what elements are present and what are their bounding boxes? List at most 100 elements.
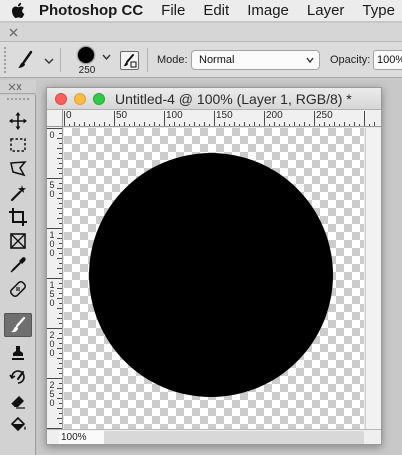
vertical-scrollbar[interactable] xyxy=(365,128,381,429)
history-brush-tool[interactable] xyxy=(4,365,32,389)
ruler-tick xyxy=(59,143,62,144)
opacity-label: Opacity: xyxy=(330,54,371,66)
menu-type[interactable]: Type xyxy=(362,0,395,22)
frame-icon xyxy=(10,233,26,249)
ruler-label: 100 xyxy=(49,230,55,258)
ruler-tick xyxy=(57,168,62,169)
ruler-tick xyxy=(274,122,275,126)
menu-image[interactable]: Image xyxy=(247,0,289,22)
blend-mode-value: Normal xyxy=(199,54,235,66)
brush-preset-picker[interactable]: 250 xyxy=(68,45,116,77)
ruler-tick xyxy=(119,124,120,126)
collapse-panel-icon[interactable] xyxy=(8,83,22,91)
ruler-tick xyxy=(57,408,62,409)
brush-settings-button[interactable] xyxy=(120,51,139,70)
brush-tip-preview xyxy=(78,47,94,63)
ruler-tick xyxy=(47,228,62,229)
healing-brush-tool[interactable] xyxy=(4,277,32,301)
ruler-tick xyxy=(59,223,62,224)
ruler-tick xyxy=(174,122,175,126)
ruler-tick xyxy=(344,122,345,126)
vertical-ruler[interactable]: 0 50 100 150 200 250 xyxy=(47,127,63,430)
tools-panel-grip[interactable] xyxy=(6,97,30,102)
ruler-tick xyxy=(279,124,280,126)
canvas[interactable] xyxy=(64,128,364,429)
ruler-tick xyxy=(59,133,62,134)
options-bar-grip[interactable] xyxy=(3,46,7,74)
ruler-tick xyxy=(149,124,150,126)
apple-icon[interactable] xyxy=(10,0,25,22)
ruler-tick xyxy=(59,253,62,254)
ruler-tick xyxy=(204,122,205,126)
ruler-tick xyxy=(57,208,62,209)
paint-bucket-tool[interactable] xyxy=(4,413,32,437)
eyedropper-tool[interactable] xyxy=(4,253,32,277)
lasso-tool[interactable] xyxy=(4,157,32,181)
polygonal-lasso-icon xyxy=(10,161,27,177)
ruler-label: 100 xyxy=(166,110,183,121)
crop-tool[interactable] xyxy=(4,205,32,229)
eraser-tool[interactable] xyxy=(4,389,32,413)
ruler-tick xyxy=(179,124,180,126)
ruler-label: 50 xyxy=(49,180,55,199)
marquee-tool[interactable] xyxy=(4,133,32,157)
ruler-tick xyxy=(359,124,360,126)
menu-file[interactable]: File xyxy=(161,0,185,22)
blend-mode-select[interactable]: Normal xyxy=(191,50,320,70)
ruler-tick xyxy=(139,124,140,126)
tool-preset-picker[interactable] xyxy=(15,48,55,72)
ruler-tick xyxy=(47,378,62,379)
frame-tool[interactable] xyxy=(4,229,32,253)
minimize-window-button[interactable] xyxy=(74,93,86,105)
ruler-tick xyxy=(47,128,62,129)
ruler-tick xyxy=(59,183,62,184)
clone-stamp-tool[interactable] xyxy=(4,341,32,365)
zoom-level-field[interactable]: 100% xyxy=(59,431,104,444)
ruler-tick xyxy=(57,338,62,339)
brush-tool[interactable] xyxy=(4,313,32,337)
ruler-tick xyxy=(214,111,215,126)
ruler-tick xyxy=(114,111,115,126)
menu-layer[interactable]: Layer xyxy=(307,0,345,22)
move-tool[interactable] xyxy=(4,109,32,133)
ruler-tick xyxy=(59,203,62,204)
ruler-tick xyxy=(309,124,310,126)
ruler-tick xyxy=(354,122,355,126)
ruler-tick xyxy=(57,318,62,319)
crop-icon xyxy=(9,208,27,226)
horizontal-ruler[interactable]: 0 50 100 150 200 250 xyxy=(63,110,381,127)
document-titlebar[interactable]: Untitled-4 @ 100% (Layer 1, RGB/8) * xyxy=(47,88,381,110)
menu-app-name[interactable]: Photoshop CC xyxy=(39,0,143,22)
ruler-tick xyxy=(57,288,62,289)
ruler-tick xyxy=(199,124,200,126)
zoom-window-button[interactable] xyxy=(93,93,105,105)
brush-icon xyxy=(11,316,26,333)
ruler-tick xyxy=(57,358,62,359)
ruler-tick xyxy=(244,122,245,126)
horizontal-scrollbar[interactable] xyxy=(104,431,364,444)
ruler-tick xyxy=(47,328,62,329)
opacity-field[interactable]: 100% xyxy=(373,50,402,70)
chevron-down-icon xyxy=(102,54,111,60)
ruler-tick xyxy=(159,124,160,126)
ruler-tick xyxy=(314,111,315,126)
mode-label: Mode: xyxy=(157,54,188,66)
ruler-tick xyxy=(99,124,100,126)
ruler-tick xyxy=(124,122,125,126)
ruler-tick xyxy=(59,383,62,384)
ruler-tick xyxy=(374,122,375,126)
ruler-label: 0 xyxy=(66,110,72,121)
magic-wand-tool[interactable] xyxy=(4,181,32,205)
ruler-tick xyxy=(369,124,370,126)
ruler-tick xyxy=(59,333,62,334)
ruler-tick xyxy=(57,368,62,369)
separator xyxy=(60,48,61,72)
ruler-tick xyxy=(84,122,85,126)
close-window-button[interactable] xyxy=(55,93,67,105)
ruler-tick xyxy=(169,124,170,126)
close-panel-icon[interactable] xyxy=(9,28,18,37)
ruler-tick xyxy=(57,148,62,149)
ruler-origin[interactable] xyxy=(47,110,63,127)
menu-edit[interactable]: Edit xyxy=(203,0,229,22)
ruler-tick xyxy=(59,263,62,264)
